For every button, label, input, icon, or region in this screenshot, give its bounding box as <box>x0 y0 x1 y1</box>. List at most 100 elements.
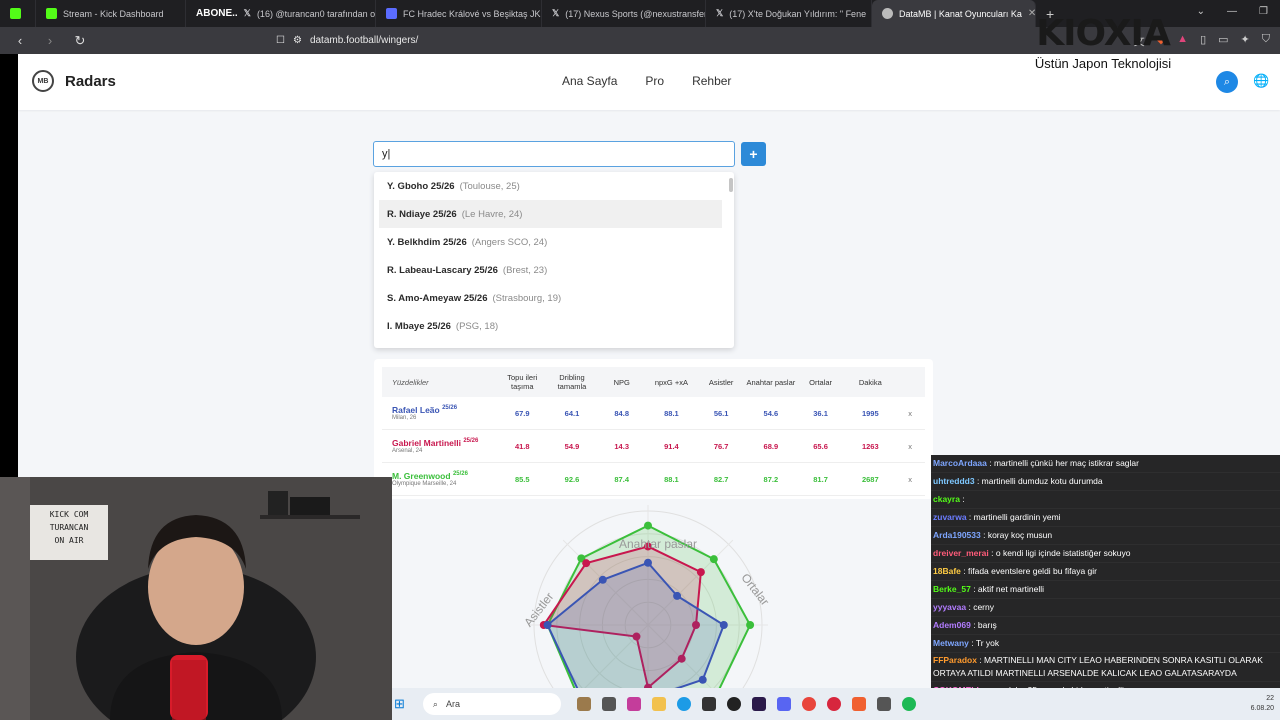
stat-cell: 54.6 <box>763 408 779 418</box>
task-view-icon[interactable] <box>601 697 616 711</box>
capcut-icon[interactable] <box>701 697 716 711</box>
main-nav: Ana Sayfa Pro Rehber <box>562 74 731 88</box>
app-icon[interactable] <box>876 697 891 711</box>
stat-cell: 64.1 <box>564 408 580 418</box>
maximize-icon[interactable]: ❐ <box>1259 6 1268 17</box>
brave-icon[interactable] <box>851 697 866 711</box>
player-search-input[interactable]: y| <box>373 141 735 167</box>
chat-username[interactable]: Berke_57 <box>933 584 971 594</box>
windows-start-icon[interactable]: ⊞ <box>394 696 405 712</box>
suggestion-item[interactable]: Y. Gboho 25/26 (Toulouse, 25) <box>374 172 734 200</box>
stat-cell: 1995 <box>861 408 879 418</box>
tab-pinned[interactable] <box>0 0 36 27</box>
obs-icon[interactable] <box>726 697 741 711</box>
streamer-camera-image: KICK COM TURANCAN ON AIR <box>0 477 392 720</box>
discord-icon[interactable] <box>776 697 791 711</box>
tab-kick-dashboard[interactable]: Stream - Kick Dashboard <box>36 0 186 27</box>
table-row: Rafael Leão 25/26 Milan, 26 67.9 64.1 84.8 8… <box>382 397 925 430</box>
tab-nexus-sports[interactable]: 𝕏 (17) Nexus Sports (@nexustransfer) / <box>542 0 706 27</box>
suggestion-item[interactable]: R. Ndiaye 25/26 (Le Havre, 24) <box>379 200 722 228</box>
chevron-down-icon[interactable]: ⌄ <box>1197 6 1205 17</box>
site-info-icon[interactable]: ⚙ <box>293 35 302 46</box>
chat-username[interactable]: dreiver_merai <box>933 548 989 558</box>
extensions-icon[interactable]: ✦ <box>1241 33 1250 49</box>
app-icon[interactable] <box>826 697 841 711</box>
radar-point <box>598 575 607 584</box>
chat-username[interactable]: ckayra <box>933 494 960 504</box>
chat-username[interactable]: yyyavaa <box>933 602 966 612</box>
season: 25/26 <box>463 438 479 445</box>
address-bar[interactable]: ☐ ⚙ datamb.football/wingers/ <box>276 31 1016 50</box>
chat-username[interactable]: Metwany <box>933 638 969 648</box>
nav-guide[interactable]: Rehber <box>692 74 731 88</box>
chat-message: Adem069 : barış <box>931 617 1280 635</box>
dropdown-scrollbar[interactable] <box>729 178 733 192</box>
system-tray[interactable]: 22 6.08.20 <box>1251 694 1274 714</box>
player-name[interactable]: Gabriel Martinelli <box>392 438 461 448</box>
chat-message: MarcoArdaaa : martinelli çünkü her maç i… <box>931 455 1280 473</box>
player-club: Arsenal, 24 <box>392 448 423 454</box>
suggestion-item[interactable]: I. Mbaye 25/26 (PSG, 18) <box>374 312 734 340</box>
suggestion-item[interactable]: R. Labeau-Lascary 25/26 (Brest, 23) <box>374 256 734 284</box>
nav-home[interactable]: Ana Sayfa <box>562 74 617 88</box>
brand-name[interactable]: Radars <box>65 73 116 90</box>
file-explorer-icon[interactable] <box>651 697 666 711</box>
chat-username[interactable]: FFParadox <box>933 655 977 665</box>
player-cell[interactable]: Gabriel Martinelli 25/26 Arsenal, 24 <box>382 438 497 454</box>
chat-username[interactable]: zuvarwa <box>933 512 967 522</box>
radar-point <box>709 555 718 564</box>
bookmark-icon[interactable]: ☐ <box>276 35 285 46</box>
taskbar-search[interactable]: ⌕ Ara <box>422 693 561 715</box>
chrome-icon[interactable] <box>801 697 816 711</box>
tab-x-profile[interactable]: ABONE..𝕏(16) @turancan0 tarafından oluşt… <box>186 0 376 27</box>
player-name[interactable]: M. Greenwood <box>392 471 451 481</box>
site-logo[interactable]: MB <box>32 70 54 92</box>
remove-player-button[interactable]: x <box>895 442 925 451</box>
nav-pro[interactable]: Pro <box>645 74 664 88</box>
tab-datamb[interactable]: DataMB | Kanat Oyuncuları Ka ✕ <box>872 0 1036 27</box>
minimize-icon[interactable]: — <box>1227 6 1237 17</box>
stat-cell: 1263 <box>861 441 879 451</box>
globe-icon[interactable]: 🌐 <box>1253 73 1269 89</box>
chat-username[interactable]: Arda190533 <box>933 530 981 540</box>
player-club: Olympique Marseille, 24 <box>392 481 457 487</box>
vpn-icon[interactable]: ⛉ <box>1262 33 1270 49</box>
chat-username[interactable]: MarcoArdaaa <box>933 458 987 468</box>
player-cell[interactable]: Rafael Leão 25/26 Milan, 26 <box>382 405 497 421</box>
remove-player-button[interactable]: x <box>895 475 925 484</box>
chat-username[interactable]: uhtreddd3 <box>933 476 975 486</box>
url-text[interactable]: datamb.football/wingers/ <box>310 35 418 46</box>
chat-username[interactable]: Adem069 <box>933 620 971 630</box>
wallet-icon[interactable]: ▭ <box>1218 33 1228 49</box>
add-player-button[interactable]: + <box>741 142 766 166</box>
player-cell[interactable]: M. Greenwood 25/26 Olympique Marseille, … <box>382 471 497 487</box>
stat-cell: 14.3 <box>614 441 629 451</box>
tab-x-post[interactable]: 𝕏 (17) X'te Doğukan Yıldırım: " Fene <box>706 0 872 27</box>
radar-point <box>696 568 705 577</box>
premiere-icon[interactable] <box>751 697 766 711</box>
store-icon[interactable] <box>626 697 641 711</box>
radar-point <box>719 621 728 629</box>
stat-cell: 92.6 <box>564 474 580 484</box>
comparison-table-card: Yüzdelikler Topu ileri taşıma Dribling t… <box>374 359 933 499</box>
suggestion-item[interactable]: Y. Belkhdim 25/26 (Angers SCO, 24) <box>374 228 734 256</box>
widgets-icon[interactable] <box>576 697 591 711</box>
reload-icon[interactable]: ↻ <box>70 33 90 49</box>
tab-football-live[interactable]: FC Hradec Králové vs Beşiktaş JK live <box>376 0 542 27</box>
player-name[interactable]: Rafael Leão <box>392 405 440 415</box>
stat-cell: 85.5 <box>514 474 530 484</box>
site-icon <box>386 8 397 19</box>
suggestion-item[interactable]: S. Amo-Ameyaw 25/26 (Strasbourg, 19) <box>374 284 734 312</box>
edge-icon[interactable] <box>676 697 691 711</box>
chat-text: : <box>962 494 965 504</box>
search-button[interactable]: ⌕ <box>1216 71 1238 93</box>
chat-username[interactable]: 18Bafe <box>933 566 961 576</box>
spotify-icon[interactable] <box>901 697 916 711</box>
remove-player-button[interactable]: x <box>895 409 925 418</box>
back-icon[interactable]: ‹ <box>10 33 30 48</box>
sidebar-icon[interactable]: ▯ <box>1200 33 1206 49</box>
kick-icon <box>10 8 21 19</box>
radar-point <box>746 621 755 629</box>
chat-text: : martinelli gardinin yemi <box>968 512 1061 522</box>
forward-icon[interactable]: › <box>40 33 60 48</box>
